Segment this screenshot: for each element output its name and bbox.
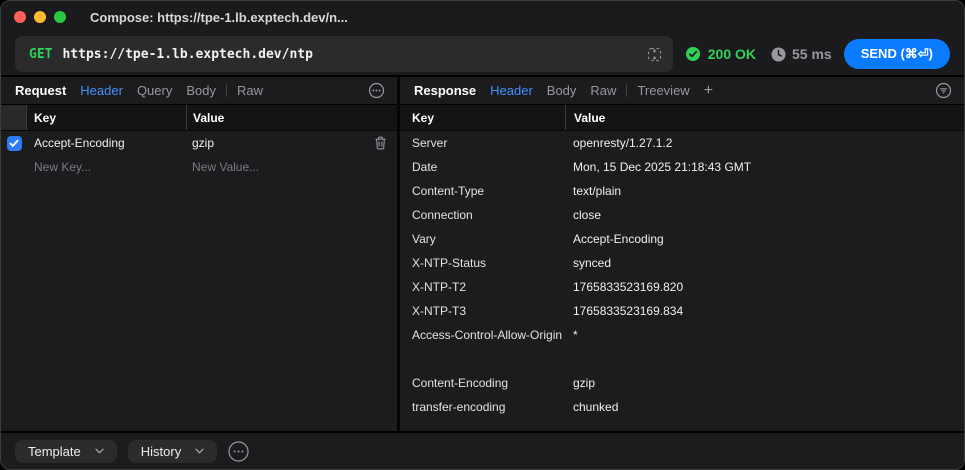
- http-method-label[interactable]: GET: [29, 47, 52, 62]
- table-row: Server openresty/1.27.1.2: [400, 131, 964, 155]
- request-header-key[interactable]: Accept-Encoding: [27, 136, 186, 150]
- response-tab-header[interactable]: Header: [490, 83, 533, 98]
- request-tab-query[interactable]: Query: [137, 83, 172, 98]
- response-tabbar: Response Header Body Raw Treeview +: [400, 77, 964, 105]
- response-table-header: Key Value: [400, 105, 964, 131]
- response-header-key: Access-Control-Allow-Origin: [412, 328, 563, 342]
- expand-field-icon[interactable]: [646, 46, 663, 63]
- request-tab-header[interactable]: Header: [80, 83, 123, 98]
- table-row: Content-Type text/plain: [400, 179, 964, 203]
- table-row: X-NTP-T3 1765833523169.834: [400, 299, 964, 323]
- response-status: 200 OK 55 ms: [685, 46, 832, 62]
- filter-response-icon[interactable]: [935, 82, 952, 99]
- request-tabbar: Request Header Query Body Raw: [1, 77, 397, 105]
- response-header-key: Date: [412, 160, 438, 174]
- response-header-value: openresty/1.27.1.2: [573, 136, 673, 150]
- response-panel-title: Response: [414, 83, 477, 98]
- response-header-value: 1765833523169.820: [573, 280, 684, 294]
- tab-divider: [225, 84, 227, 97]
- request-gutter-header: [1, 105, 27, 130]
- table-row: Accept-Encoding gzip: [1, 131, 397, 155]
- window-title: Compose: https://tpe-1.lb.exptech.dev/n.…: [90, 9, 348, 25]
- response-time-icon: [771, 47, 786, 62]
- response-header-value: gzip: [573, 376, 596, 390]
- request-panel: Request Header Query Body Raw Key Value …: [1, 77, 397, 431]
- new-value-input[interactable]: New Value...: [186, 160, 397, 174]
- zoom-button[interactable]: [54, 11, 66, 23]
- status-ok-icon: [685, 46, 701, 62]
- response-header-value: text/plain: [573, 184, 622, 198]
- request-panel-title: Request: [15, 83, 67, 98]
- response-header-key: X-NTP-Status: [412, 256, 487, 270]
- response-header-value: Accept-Encoding: [573, 232, 664, 246]
- request-value-column-header: Value: [186, 105, 397, 130]
- response-header-value: close: [573, 208, 602, 222]
- response-value-column-header: Value: [565, 105, 964, 130]
- response-header-key: transfer-encoding: [412, 400, 506, 414]
- request-tab-body[interactable]: Body: [186, 83, 216, 98]
- response-header-key: Content-Type: [412, 184, 485, 198]
- request-header-value[interactable]: gzip: [186, 136, 374, 150]
- new-header-row: New Key... New Value...: [1, 155, 397, 179]
- chevron-down-icon: [195, 448, 204, 454]
- traffic-lights: [14, 11, 66, 23]
- response-header-value: chunked: [573, 400, 619, 414]
- url-text[interactable]: https://tpe-1.lb.exptech.dev/ntp: [62, 47, 645, 62]
- url-bar: GET https://tpe-1.lb.exptech.dev/ntp 200…: [1, 33, 964, 77]
- response-panel: Response Header Body Raw Treeview + Key …: [400, 77, 964, 431]
- response-tab-raw[interactable]: Raw: [590, 83, 616, 98]
- response-tab-body[interactable]: Body: [547, 83, 577, 98]
- header-enabled-checkbox[interactable]: [6, 135, 22, 151]
- table-row: X-NTP-T2 1765833523169.820: [400, 275, 964, 299]
- close-button[interactable]: [14, 11, 26, 23]
- more-options-icon[interactable]: [228, 440, 249, 462]
- status-code-text: 200 OK: [707, 46, 757, 62]
- table-row: Content-Encoding gzip: [400, 371, 964, 395]
- response-time-text: 55 ms: [792, 46, 832, 62]
- table-row: Vary Accept-Encoding: [400, 227, 964, 251]
- response-header-value: 1765833523169.834: [573, 304, 684, 318]
- send-button[interactable]: SEND (⌘⏎): [843, 39, 950, 69]
- response-header-key: Server: [412, 136, 448, 150]
- request-key-column-header: Key: [34, 110, 57, 125]
- response-header-value: *: [573, 328, 578, 342]
- template-dropdown[interactable]: Template: [15, 439, 117, 463]
- table-row: Access-Control-Allow-Origin *: [400, 323, 964, 347]
- response-header-key: Connection: [412, 208, 473, 222]
- table-row: transfer-encoding chunked: [400, 395, 964, 419]
- request-tab-raw[interactable]: Raw: [237, 83, 263, 98]
- new-key-input[interactable]: New Key...: [27, 160, 186, 174]
- history-dropdown[interactable]: History: [127, 439, 218, 463]
- request-table-body: Accept-Encoding gzip New Key... New Valu…: [1, 131, 397, 431]
- footer-bar: Template History: [1, 431, 964, 469]
- response-header-value: synced: [573, 256, 612, 270]
- add-tab-button[interactable]: +: [704, 82, 713, 99]
- table-row: Connection close: [400, 203, 964, 227]
- history-dropdown-label: History: [140, 443, 182, 459]
- template-dropdown-label: Template: [28, 443, 81, 459]
- response-header-key: Content-Encoding: [412, 376, 509, 390]
- response-header-key: X-NTP-T3: [412, 304, 466, 318]
- table-row: [400, 347, 964, 371]
- tab-divider: [626, 84, 628, 97]
- request-table-header: Key Value: [1, 105, 397, 131]
- response-header-key: X-NTP-T2: [412, 280, 466, 294]
- url-input[interactable]: GET https://tpe-1.lb.exptech.dev/ntp: [15, 36, 673, 72]
- request-options-icon[interactable]: [368, 82, 385, 99]
- app-window: Compose: https://tpe-1.lb.exptech.dev/n.…: [0, 0, 965, 470]
- response-header-value: Mon, 15 Dec 2025 21:18:43 GMT: [573, 160, 752, 174]
- main-content: Request Header Query Body Raw Key Value …: [1, 77, 964, 431]
- table-row: X-NTP-Status synced: [400, 251, 964, 275]
- response-header-key: Vary: [412, 232, 436, 246]
- response-tab-treeview[interactable]: Treeview: [637, 83, 689, 98]
- chevron-down-icon: [95, 448, 104, 454]
- response-key-column-header: Key: [412, 110, 435, 125]
- titlebar: Compose: https://tpe-1.lb.exptech.dev/n.…: [1, 1, 964, 33]
- delete-header-icon[interactable]: [374, 136, 397, 150]
- minimize-button[interactable]: [34, 11, 46, 23]
- response-table-body: Server openresty/1.27.1.2 Date Mon, 15 D…: [400, 131, 964, 431]
- table-row: Date Mon, 15 Dec 2025 21:18:43 GMT: [400, 155, 964, 179]
